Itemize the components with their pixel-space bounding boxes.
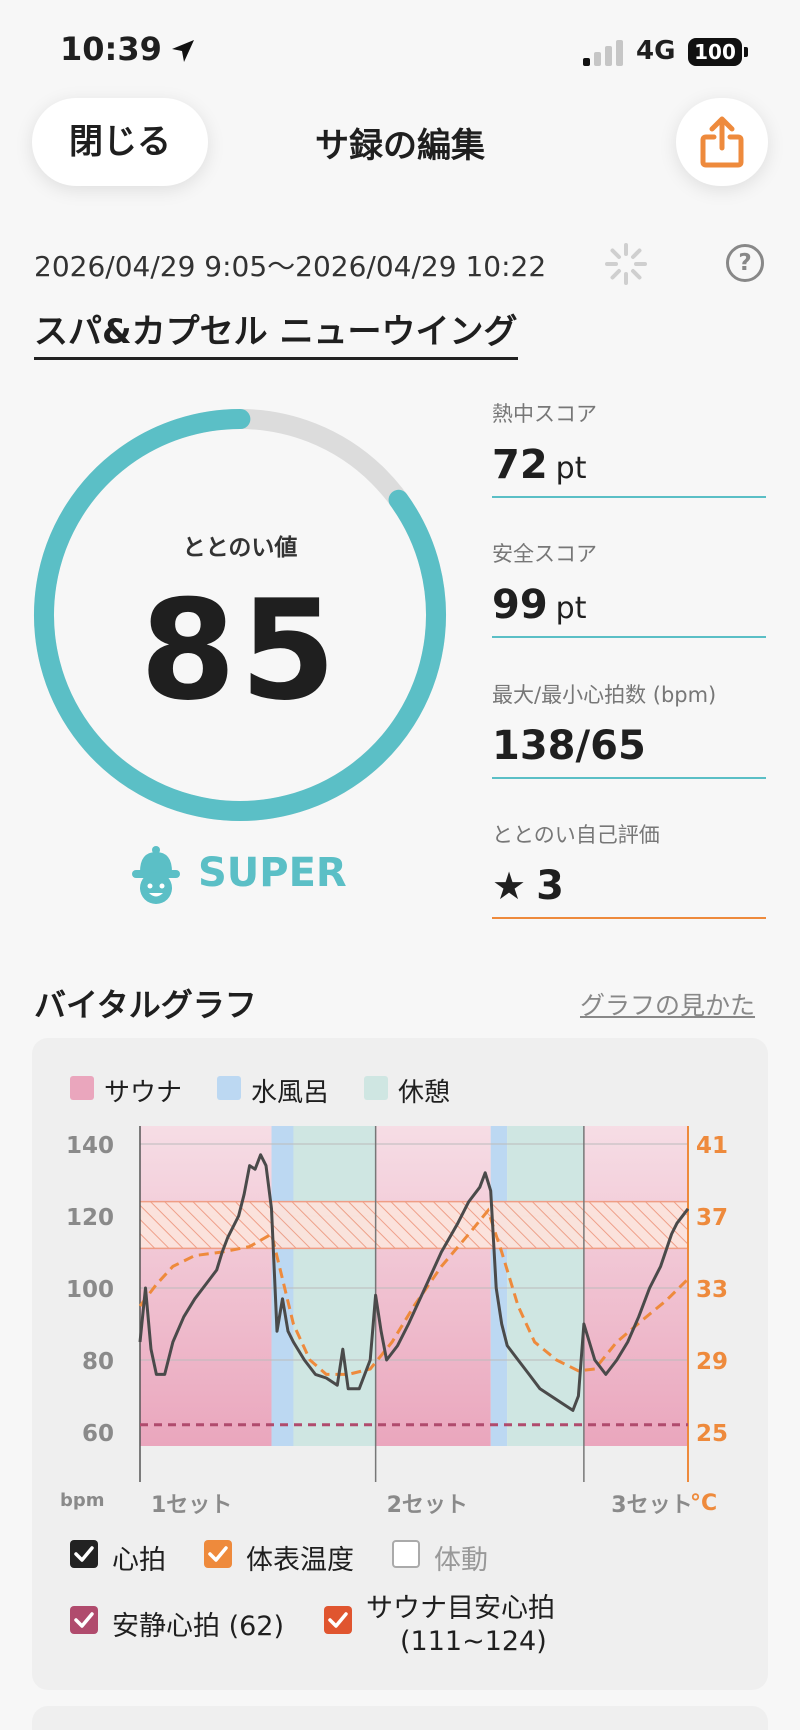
y-left-tick: 120 bbox=[66, 1205, 114, 1231]
stat-label: ととのい自己評価 bbox=[492, 823, 660, 847]
stat-label: 熱中スコア bbox=[492, 402, 597, 426]
phase-rest bbox=[507, 1126, 584, 1446]
y-left-tick: 140 bbox=[66, 1133, 114, 1159]
page-title: サ録の編集 bbox=[315, 126, 485, 166]
y-left-tick: 100 bbox=[66, 1277, 114, 1303]
stat-divider bbox=[492, 917, 766, 919]
totonoi-rank: SUPER bbox=[198, 850, 347, 896]
share-icon bbox=[700, 116, 744, 168]
legend-heart-rate[interactable]: 心拍 bbox=[70, 1538, 180, 1576]
next-card bbox=[32, 1706, 768, 1730]
checkbox-body-motion[interactable] bbox=[392, 1540, 420, 1568]
loading-spinner-icon bbox=[604, 242, 648, 290]
legend-label: 体表温度 bbox=[246, 1545, 354, 1576]
legend-swatch bbox=[217, 1076, 241, 1100]
stat-heart-rate: 最大/最小心拍数 (bpm) 138/65 bbox=[492, 679, 766, 819]
network-type: 4G bbox=[636, 36, 676, 66]
legend-body-temp[interactable]: 体表温度 bbox=[204, 1538, 364, 1576]
graph-help-link[interactable]: グラフの見かた bbox=[580, 986, 755, 1022]
status-bar: 10:39 4G 100 bbox=[0, 0, 800, 95]
stat-value: ★ 3 bbox=[492, 863, 564, 909]
y-right-tick: 33 bbox=[696, 1277, 728, 1303]
checkbox-heart-rate[interactable] bbox=[70, 1540, 98, 1568]
phase-cold-bath bbox=[490, 1126, 508, 1446]
vital-chart: 140 120 100 80 60 41 37 33 29 25 bpm °C 1セット 2セット 3セット bbox=[60, 1126, 728, 1518]
stat-value: 138/65 bbox=[492, 723, 646, 769]
stat-safety-score: 安全スコア 99 pt bbox=[492, 538, 766, 678]
y-left-tick: 60 bbox=[82, 1421, 114, 1447]
close-button[interactable]: 閉じる bbox=[32, 98, 208, 186]
x-set-label: 3セット bbox=[611, 1493, 692, 1518]
stat-value: 99 pt bbox=[492, 582, 587, 628]
y-right-tick: 41 bbox=[696, 1133, 728, 1159]
phase-sauna bbox=[583, 1126, 688, 1446]
stat-divider bbox=[492, 777, 766, 779]
stat-value: 72 pt bbox=[492, 442, 587, 488]
stat-self-rating[interactable]: ととのい自己評価 ★ 3 bbox=[492, 819, 766, 959]
checkbox-target-hr[interactable] bbox=[324, 1606, 352, 1634]
totonoi-label: ととのい値 bbox=[182, 535, 298, 561]
phase-rest bbox=[293, 1126, 376, 1446]
signal-icon bbox=[583, 40, 625, 66]
stat-divider bbox=[492, 636, 766, 638]
stat-divider bbox=[492, 496, 766, 498]
section-title-vital: バイタルグラフ bbox=[34, 986, 257, 1024]
legend-swatch bbox=[364, 1076, 388, 1100]
legend-resting-hr[interactable]: 安静心拍 (62) bbox=[70, 1604, 300, 1642]
facility-link[interactable]: スパ&カプセル ニューウイング bbox=[34, 304, 518, 360]
checkbox-body-temp[interactable] bbox=[204, 1540, 232, 1568]
legend-swatch bbox=[70, 1076, 94, 1100]
target-hr-band bbox=[140, 1201, 688, 1249]
y-left-unit: bpm bbox=[60, 1490, 105, 1511]
y-right-tick: 37 bbox=[696, 1205, 728, 1231]
battery-tip bbox=[744, 47, 748, 57]
totonoi-value: 85 bbox=[139, 570, 341, 731]
session-date-range: 2026/04/29 9:05〜2026/04/29 10:22 bbox=[34, 250, 547, 283]
legend-label: サウナ目安心拍 bbox=[366, 1593, 555, 1624]
y-right-unit: °C bbox=[690, 1491, 717, 1516]
x-set-label: 1セット bbox=[151, 1493, 232, 1518]
star-icon: ★ bbox=[492, 864, 527, 908]
x-set-label: 2セット bbox=[387, 1493, 468, 1518]
checkbox-resting-hr[interactable] bbox=[70, 1606, 98, 1634]
legend-label: 安静心拍 (62) bbox=[112, 1611, 285, 1642]
y-right-tick: 25 bbox=[696, 1421, 728, 1447]
legend-label: 体動 bbox=[434, 1545, 488, 1576]
y-left-tick: 80 bbox=[82, 1349, 114, 1375]
legend-label: 心拍 bbox=[112, 1545, 166, 1576]
battery-icon: 100 bbox=[688, 38, 742, 66]
stat-heat-score: 熱中スコア 72 pt bbox=[492, 398, 766, 538]
y-right-tick: 29 bbox=[696, 1349, 728, 1375]
stat-label: 安全スコア bbox=[492, 542, 597, 566]
help-icon[interactable]: ? bbox=[726, 244, 764, 282]
legend-body-motion[interactable]: 体動 bbox=[392, 1538, 512, 1576]
share-button[interactable] bbox=[676, 98, 768, 186]
legend-label-range: (111~124) bbox=[400, 1626, 547, 1657]
status-time: 10:39 bbox=[60, 30, 162, 68]
sauna-hat-icon bbox=[130, 846, 182, 910]
phase-sauna bbox=[375, 1126, 491, 1446]
legend-target-hr[interactable]: サウナ目安心拍 (111~124) bbox=[324, 1593, 574, 1657]
stat-label: 最大/最小心拍数 (bpm) bbox=[492, 683, 717, 707]
location-arrow-icon bbox=[170, 38, 196, 68]
